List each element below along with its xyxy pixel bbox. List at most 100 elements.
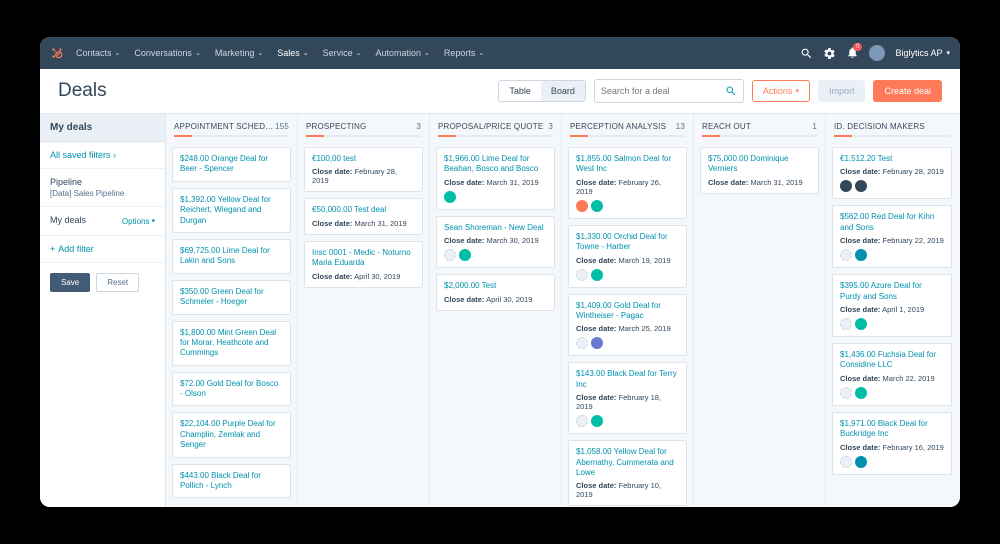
- avatar-icon: [444, 249, 456, 261]
- deal-card[interactable]: $1,058.00 Yellow Deal for Abernathy, Cum…: [568, 440, 687, 506]
- deal-card[interactable]: $143.00 Black Deal for Terry Inc Close da…: [568, 362, 687, 434]
- deal-title: $143.00 Black Deal for Terry Inc: [576, 369, 679, 390]
- import-button[interactable]: Import: [818, 80, 866, 102]
- search-field[interactable]: [594, 79, 744, 103]
- nav-right: 0 Biglytics AP ▾: [800, 45, 950, 61]
- column-cards: €100,00 testClose date: February 28, 201…: [298, 141, 429, 507]
- deal-card[interactable]: $1,436.00 Fuchsia Deal for Considine LLC…: [832, 343, 952, 406]
- deal-card[interactable]: $1,330.00 Orchid Deal for Towne - Harber…: [568, 225, 687, 288]
- deal-card[interactable]: $69,725.00 Lime Deal for Lakin and Sons: [172, 239, 291, 274]
- deal-avatars: [840, 456, 944, 468]
- avatar-icon: [576, 337, 588, 349]
- avatar-icon: [459, 249, 471, 261]
- nav-item-service[interactable]: Service⌄: [323, 48, 362, 58]
- search-input[interactable]: [601, 86, 725, 96]
- nav-item-contacts[interactable]: Contacts⌄: [76, 48, 120, 58]
- add-filter-button[interactable]: +Add filter: [50, 244, 94, 254]
- deal-title: $1,800.00 Mint Green Deal for Morar, Hea…: [180, 328, 283, 359]
- column-count: 13: [676, 122, 685, 131]
- deal-card[interactable]: $2,000.00 TestClose date: April 30, 2019: [436, 274, 555, 310]
- actions-button[interactable]: Actions ▾: [752, 80, 810, 102]
- nav-item-sales[interactable]: Sales⌄: [277, 48, 308, 58]
- chevron-down-icon: ⌄: [115, 49, 121, 57]
- deal-title: Sean Shoreman - New Deal: [444, 223, 547, 233]
- filter-sidebar: My deals All saved filters › Pipeline [D…: [40, 114, 166, 507]
- column-count: 3: [416, 122, 421, 131]
- deal-card[interactable]: Insc 0001 - Medic - Noturno Maria Eduard…: [304, 241, 423, 288]
- deal-title: $22,104.00 Purple Deal for Champlin, Zem…: [180, 419, 283, 450]
- deal-card[interactable]: Sean Shoreman - New DealClose date: Marc…: [436, 216, 555, 268]
- deal-card[interactable]: $1,800.00 Mint Green Deal for Morar, Hea…: [172, 321, 291, 366]
- nav-item-conversations[interactable]: Conversations⌄: [134, 48, 200, 58]
- deal-card[interactable]: $1,409.00 Gold Deal for Wintheiser - Pag…: [568, 294, 687, 357]
- avatar-icon: [576, 200, 588, 212]
- view-board-button[interactable]: Board: [541, 81, 585, 101]
- deal-card[interactable]: $22,104.00 Purple Deal for Champlin, Zem…: [172, 412, 291, 457]
- pipeline-value: [Data] Sales Pipeline: [50, 189, 155, 198]
- column-cards: $75,000.00 Dominique VerniersClose date:…: [694, 141, 825, 507]
- options-menu[interactable]: Options▾: [122, 217, 155, 226]
- deal-card[interactable]: $1,966.00 Lime Deal for Beahan, Bosco an…: [436, 147, 555, 210]
- avatar-icon: [591, 415, 603, 427]
- deal-card[interactable]: $562.00 Red Deal for Kihn and SonsClose …: [832, 205, 952, 268]
- settings-gear-icon[interactable]: [823, 47, 836, 60]
- nav-item-automation[interactable]: Automation⌄: [375, 48, 429, 58]
- deal-title: $69,725.00 Lime Deal for Lakin and Sons: [180, 246, 283, 267]
- search-icon: [725, 85, 737, 97]
- avatar[interactable]: [869, 45, 885, 61]
- reset-button[interactable]: Reset: [96, 273, 139, 292]
- nav-items: Contacts⌄ Conversations⌄ Marketing⌄ Sales⌄ S…: [76, 48, 800, 58]
- deal-title: $562.00 Red Deal for Kihn and Sons: [840, 212, 944, 233]
- deal-card[interactable]: $75,000.00 Dominique VerniersClose date:…: [700, 147, 819, 194]
- deal-title: €100,00 test: [312, 154, 415, 164]
- deal-close-date: Close date: March 19, 2019: [576, 256, 679, 265]
- deal-title: $2,000.00 Test: [444, 281, 547, 291]
- notification-badge: 0: [853, 43, 862, 51]
- nav-item-marketing[interactable]: Marketing⌄: [215, 48, 263, 58]
- save-button[interactable]: Save: [50, 273, 90, 292]
- deal-card[interactable]: $395.00 Azure Deal for Purdy and SonsClo…: [832, 274, 952, 337]
- caret-down-icon: ▾: [151, 217, 155, 225]
- account-menu[interactable]: Biglytics AP ▾: [895, 48, 950, 58]
- deal-card[interactable]: €1,512.20 Test Close date: February 28, 2…: [832, 147, 952, 199]
- column-cards: $1,855.00 Salmon Deal for West IncClose …: [562, 141, 693, 507]
- chevron-down-icon: ⌄: [303, 49, 309, 57]
- deal-card[interactable]: $1,392.00 Yellow Deal for Reichert, Wieg…: [172, 188, 291, 233]
- view-table-button[interactable]: Table: [499, 81, 541, 101]
- chevron-down-icon: ⌄: [424, 49, 430, 57]
- deal-card[interactable]: $72.00 Gold Deal for Bosco - Olson: [172, 372, 291, 407]
- deal-card[interactable]: $443.00 Black Deal for Pollich - Lynch: [172, 464, 291, 499]
- deal-card[interactable]: $350.00 Green Deal for Schmeler - Hoeger: [172, 280, 291, 315]
- deal-title: $1,971.00 Black Deal for Buckridge Inc: [840, 419, 944, 440]
- avatar-icon: [840, 249, 852, 261]
- deal-close-date: Close date: February 28, 2019: [840, 167, 944, 176]
- deal-avatars: [576, 337, 679, 349]
- deal-card[interactable]: $1,971.00 Black Deal for Buckridge Inc Cl…: [832, 412, 952, 475]
- deal-card[interactable]: €100,00 testClose date: February 28, 201…: [304, 147, 423, 192]
- avatar-icon: [855, 456, 867, 468]
- deal-close-date: Close date: February 16, 2019: [840, 443, 944, 452]
- column-name: PROPOSAL/PRICE QUOTE: [438, 122, 543, 131]
- deal-avatars: [576, 269, 679, 281]
- deal-avatars: [576, 200, 679, 212]
- search-icon[interactable]: [800, 47, 813, 60]
- deal-title: $1,330.00 Orchid Deal for Towne - Harber: [576, 232, 679, 253]
- notifications-bell[interactable]: 0: [846, 46, 859, 61]
- deal-close-date: Close date: February 18, 2019: [576, 393, 679, 411]
- plus-icon: +: [50, 244, 55, 254]
- create-deal-button[interactable]: Create deal: [873, 80, 942, 102]
- saved-filters-link[interactable]: All saved filters ›: [50, 150, 116, 160]
- avatar-icon: [444, 191, 456, 203]
- app-window: Contacts⌄ Conversations⌄ Marketing⌄ Sales⌄ S…: [40, 37, 960, 507]
- deal-card[interactable]: €50,000.00 Test dealClose date: March 31…: [304, 198, 423, 234]
- deal-card[interactable]: $1,855.00 Salmon Deal for West IncClose …: [568, 147, 687, 219]
- deal-close-date: Close date: March 22, 2019: [840, 374, 944, 383]
- deal-title: $395.00 Azure Deal for Purdy and Sons: [840, 281, 944, 302]
- avatar-icon: [576, 269, 588, 281]
- avatar-icon: [840, 456, 852, 468]
- deal-card[interactable]: $248.00 Orange Deal for Beer - Spencer: [172, 147, 291, 182]
- nav-item-reports[interactable]: Reports⌄: [444, 48, 484, 58]
- avatar-icon: [591, 200, 603, 212]
- deal-title: €1,512.20 Test: [840, 154, 944, 164]
- column-cards: €1,512.20 Test Close date: February 28, 2…: [826, 141, 958, 507]
